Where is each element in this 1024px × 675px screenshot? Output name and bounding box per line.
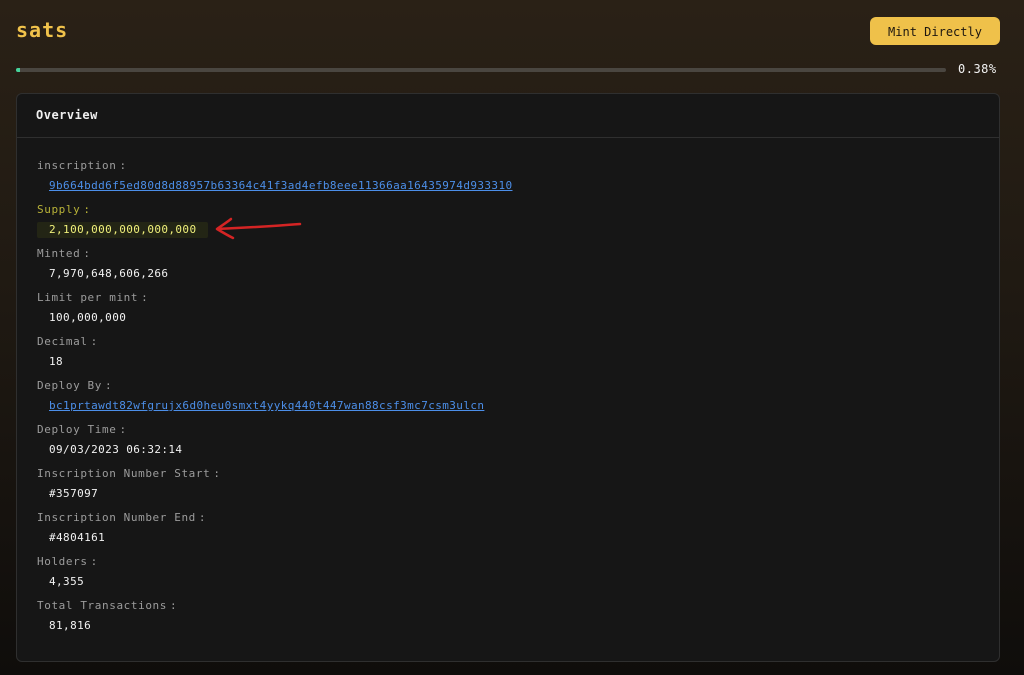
- field-label: Holders: [37, 554, 977, 570]
- minted-value: 7,970,648,606,266: [49, 267, 169, 280]
- overview-title: Overview: [36, 108, 98, 122]
- supply-value: 2,100,000,000,000,000: [37, 222, 209, 238]
- field-label: Minted: [37, 246, 977, 262]
- mint-progress-bar: [16, 68, 946, 72]
- field-inscription: inscription 9b664bdd6f5ed80d8d88957b6336…: [37, 158, 977, 202]
- page-title: sats: [16, 18, 69, 42]
- inscription-number-end-value: #4804161: [49, 531, 106, 544]
- field-label: inscription: [37, 158, 977, 174]
- decimal-value: 18: [49, 355, 64, 368]
- field-total-transactions: Total Transactions 81,816: [37, 598, 977, 642]
- field-decimal: Decimal 18: [37, 334, 977, 378]
- mint-progress-label: 0.38%: [958, 62, 997, 76]
- field-label: Limit per mint: [37, 290, 977, 306]
- field-limit-per-mint: Limit per mint 100,000,000: [37, 290, 977, 334]
- field-label: Decimal: [37, 334, 977, 350]
- field-label: Deploy By: [37, 378, 977, 394]
- field-deploy-time: Deploy Time 09/03/2023 06:32:14: [37, 422, 977, 466]
- field-label: Inscription Number End: [37, 510, 977, 526]
- inscription-link[interactable]: 9b664bdd6f5ed80d8d88957b63364c41f3ad4efb…: [49, 178, 513, 194]
- deploy-time-value: 09/03/2023 06:32:14: [49, 443, 183, 456]
- overview-header: Overview: [17, 94, 999, 138]
- field-deploy-by: Deploy By bc1prtawdt82wfgrujx6d0heu0smxt…: [37, 378, 977, 422]
- inscription-number-start-value: #357097: [49, 487, 99, 500]
- field-inscription-number-start: Inscription Number Start #357097: [37, 466, 977, 510]
- field-holders: Holders 4,355: [37, 554, 977, 598]
- field-label: Total Transactions: [37, 598, 977, 614]
- holders-value: 4,355: [49, 575, 85, 588]
- field-minted: Minted 7,970,648,606,266: [37, 246, 977, 290]
- field-supply: Supply 2,100,000,000,000,000: [37, 202, 977, 246]
- field-label: Supply: [37, 202, 977, 218]
- total-transactions-value: 81,816: [49, 619, 92, 632]
- annotation-arrow-icon: [215, 217, 302, 240]
- mint-directly-button[interactable]: Mint Directly: [870, 17, 1000, 45]
- field-inscription-number-end: Inscription Number End #4804161: [37, 510, 977, 554]
- limit-per-mint-value: 100,000,000: [49, 311, 127, 324]
- field-label: Deploy Time: [37, 422, 977, 438]
- overview-fields: inscription 9b664bdd6f5ed80d8d88957b6336…: [37, 158, 977, 642]
- field-label: Inscription Number Start: [37, 466, 977, 482]
- mint-progress-fill: [16, 68, 20, 72]
- overview-card: Overview inscription 9b664bdd6f5ed80d8d8…: [16, 93, 1000, 662]
- deployer-address-link[interactable]: bc1prtawdt82wfgrujx6d0heu0smxt4yykq440t4…: [49, 398, 484, 414]
